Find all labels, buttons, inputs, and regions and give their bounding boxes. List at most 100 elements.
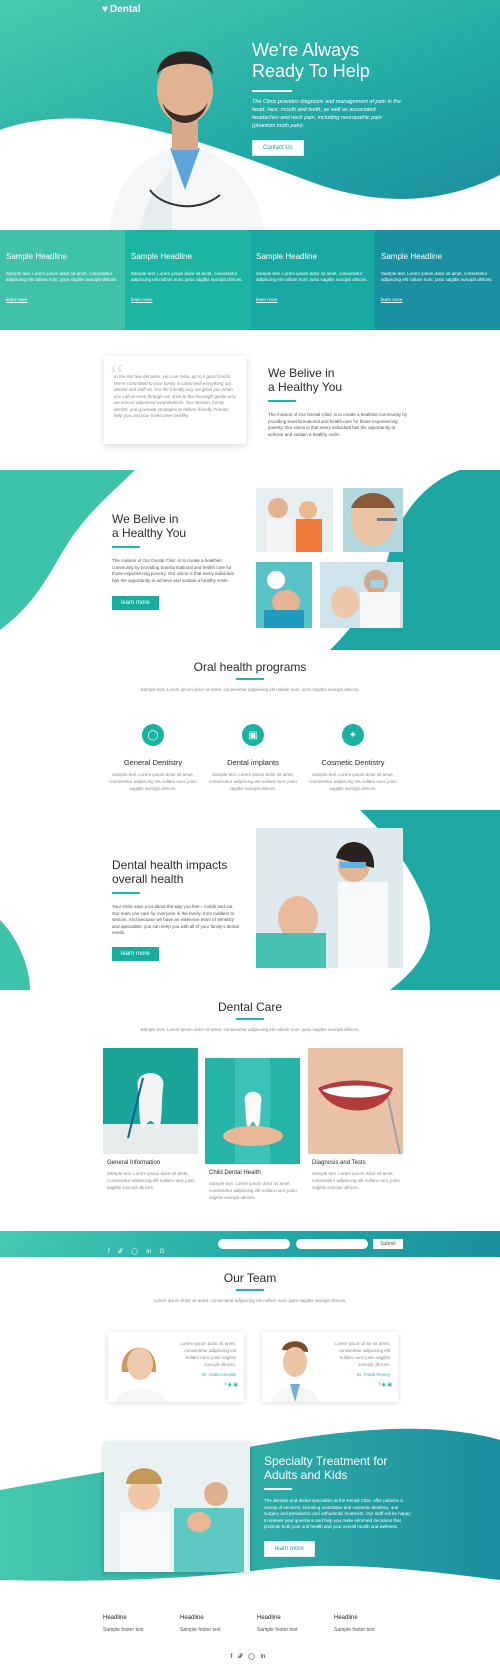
tooth-icon: ◯ [142,724,164,746]
google-plus-icon[interactable]: G [159,1249,164,1255]
newsletter-name-input[interactable] [218,1239,290,1249]
program-title: General Dentistry [123,758,183,767]
feature-card: Sample Headline Sample text. Lorem ipsum… [0,230,125,330]
feature-title: Sample Headline [256,252,317,261]
program-text: Sample text. Lorem ipsum dolor sit amet,… [209,772,297,791]
newsletter-bar: f 𝓣 ◯ in G Submit [0,1231,500,1257]
belive2-title-line1: We Belive in [112,512,179,526]
newsletter-email-input[interactable] [296,1239,368,1249]
care-subtitle: Sample text. Lorem ipsum dolor sit amet,… [140,1027,360,1032]
team-divider [236,1289,264,1291]
feature-link[interactable]: learn more [256,297,369,302]
facebook-icon[interactable]: f [108,1249,110,1255]
photo-girl-checkup [343,488,403,552]
specialty-title-line1: Specialty Treatment for [264,1454,388,1468]
instagram-icon[interactable]: ◯ [131,1248,138,1255]
hero-text: The Clinic provides diagnosis and manage… [252,99,401,129]
impacts-title-line2: overall health [112,872,184,886]
care-item-title: General Information [107,1160,161,1166]
instagram-icon[interactable]: ◯ [248,1653,255,1660]
tooth-icon: ♥ [102,4,108,15]
impacts-title-line1: Dental health impacts [112,858,228,872]
program-text: Sample text. Lorem ipsum dolor sit amet,… [309,772,397,791]
feature-link[interactable]: learn more [381,297,494,302]
contact-us-button[interactable]: Contact Us [252,140,304,156]
feature-text: Sample text. Lorem ipsum dolor sit amet,… [381,271,493,282]
impacts-section: Dental health impacts overall health You… [0,810,500,990]
photo-smile [308,1048,403,1154]
footer-text: Sample footer text [334,1627,375,1633]
linkedin-icon[interactable]: in [146,1249,151,1255]
twitter-icon[interactable]: 𝓣 [238,1654,243,1661]
care-divider [236,1018,264,1020]
specialty-section: Specialty Treatment for Adults and Kids … [0,1420,500,1595]
linkedin-icon[interactable]: in [261,1654,266,1660]
impacts-learn-more-button[interactable]: learn more [112,946,159,961]
twitter-icon[interactable]: ◉ [228,1382,232,1388]
team-member-text: Lorem ipsum dolor sit amet, consectetur … [334,1341,390,1367]
specialty-learn-more-button[interactable]: learn more [264,1540,315,1557]
belive-title-line2: a Healthy You [268,380,343,394]
newsletter-submit-button[interactable]: Submit [373,1239,403,1249]
care-item-title: Child Dental Health [209,1170,261,1176]
team-member-text: Lorem ipsum dolor sit amet, consectetur … [180,1341,236,1367]
care-section: Dental Care Sample text. Lorem ipsum dol… [0,990,500,1230]
belive2-learn-more-button[interactable]: learn more [112,596,159,610]
belive-title-line1: We Belive in [268,366,335,380]
hero-title-line2: Ready To Help [252,61,370,81]
photo-tooth-model [103,1048,198,1154]
facebook-icon[interactable]: f [225,1382,226,1388]
feature-title: Sample Headline [6,252,67,261]
hero-title-line1: We're Always [252,40,360,60]
feature-link[interactable]: learn more [6,297,119,302]
feature-text: Sample text. Lorem ipsum dolor sit amet,… [6,271,118,282]
belive-background-shapes [0,470,500,650]
feature-strip: Sample Headline Sample text. Lorem ipsum… [0,230,500,330]
team-subtitle: Lorem ipsum dolor sit amet, consectetur … [153,1298,347,1303]
facebook-icon[interactable]: f [379,1382,380,1388]
instagram-icon[interactable]: ▣ [387,1382,392,1388]
footer-heading: Headline [257,1615,281,1621]
hero-divider [252,90,292,92]
feature-title: Sample Headline [381,252,442,261]
photo-specialty-team [104,1442,250,1572]
footer-heading: Headline [334,1615,358,1621]
belive-photos-section: We Belive in a Healthy You The mission o… [0,470,500,650]
photo-boy-dentist [256,562,312,628]
program-title: Cosmetic Dentistry [321,758,385,767]
team-member-name: Dr. Carla Kinrelle [201,1372,236,1377]
feature-card: Sample Headline Sample text. Lorem ipsum… [250,230,375,330]
feature-title: Sample Headline [131,252,192,261]
cosmetic-icon: ✦ [342,724,364,746]
specialty-divider [264,1488,292,1490]
belive2-title-line2: a Healthy You [112,526,187,540]
twitter-icon[interactable]: 𝓣 [118,1249,123,1256]
care-item-text: Sample text. Lorem ipsum dolor sit amet,… [107,1171,195,1190]
footer-text: Sample footer text [180,1627,221,1633]
feature-link[interactable]: learn more [131,297,244,302]
footer-heading: Headline [180,1615,204,1621]
footer-text: Sample footer text [257,1627,298,1633]
program-title: Dental implants [227,758,279,767]
photo-child-treatment [320,562,403,628]
team-title: Our Team [223,1271,277,1285]
twitter-icon[interactable]: ◉ [382,1382,386,1388]
facebook-icon[interactable]: f [231,1654,233,1660]
quote-card: “ In the last few decades, you can relax… [104,356,246,444]
brand-logo[interactable]: ♥ Dental [102,4,141,15]
impacts-body: Your smile says a lot about the way you … [112,904,239,935]
footer-text: Sample footer text [103,1627,144,1633]
specialty-title-line2: Adults and Kids [264,1468,348,1482]
belive2-divider [112,546,140,548]
programs-section: Oral health programs Sample text. Lorem … [0,650,500,810]
team-card: Lorem ipsum dolor sit amet, consectetur … [262,1332,398,1402]
team-member-photo [262,1332,328,1402]
footer-heading: Headline [103,1615,127,1621]
feature-card: Sample Headline Sample text. Lorem ipsum… [125,230,250,330]
belive-divider [268,400,296,402]
hero-section: ♥ Dental We're Always Ready To Help The … [0,0,500,230]
instagram-icon[interactable]: ▣ [233,1382,238,1388]
implant-icon: ▣ [242,724,264,746]
team-member-photo [108,1332,174,1402]
impacts-divider [112,892,140,894]
